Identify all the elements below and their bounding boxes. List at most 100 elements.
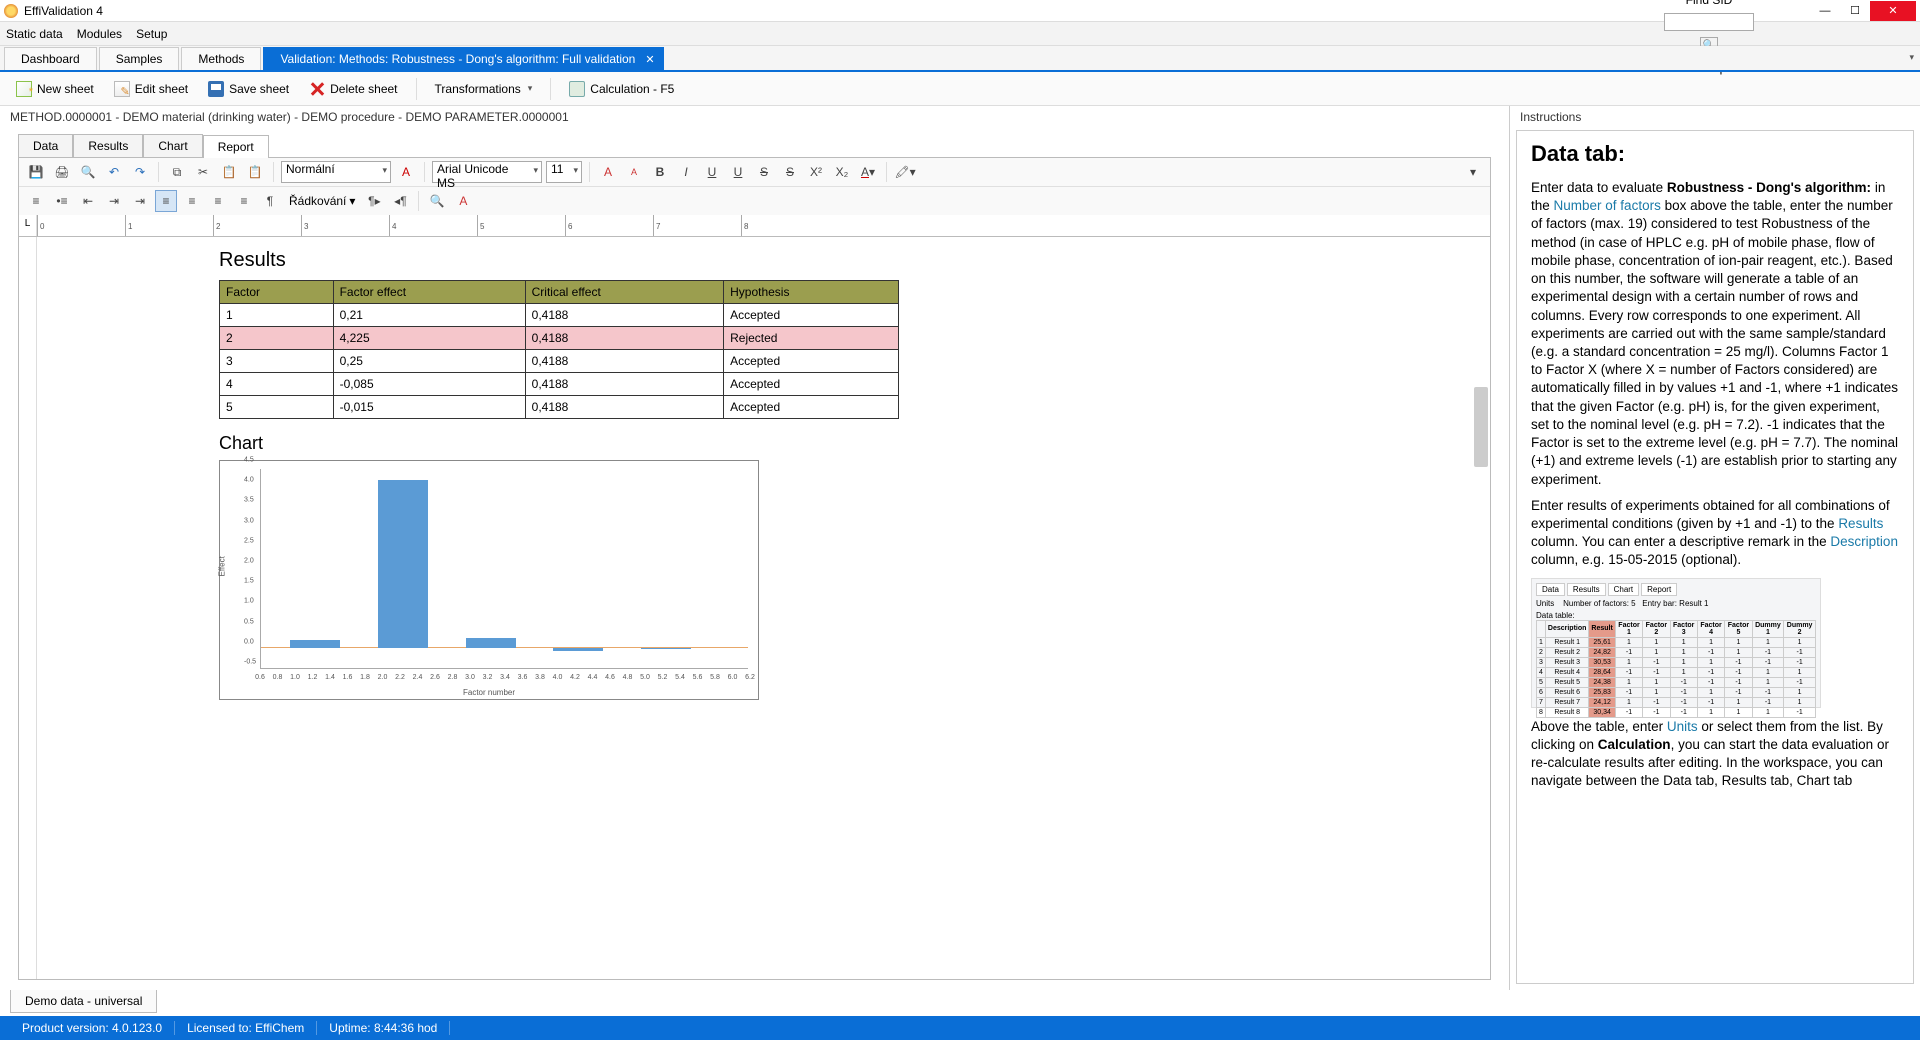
- chart-bar: [290, 640, 340, 648]
- edit-sheet-icon: [114, 81, 130, 97]
- delete-sheet-button[interactable]: Delete sheet: [303, 79, 403, 99]
- chart-ytick: 0.0: [244, 638, 254, 645]
- strikethrough-icon[interactable]: S: [753, 161, 775, 183]
- chart-xtick: 6.2: [745, 674, 755, 681]
- chart-ytick: 1.5: [244, 578, 254, 585]
- chart-xtick: 3.8: [535, 674, 545, 681]
- save-sheet-button[interactable]: Save sheet: [202, 79, 295, 99]
- instructions-panel[interactable]: Data tab: Enter data to evaluate Robustn…: [1516, 130, 1914, 984]
- subtab-data[interactable]: Data: [18, 134, 73, 157]
- print-icon[interactable]: 🖨: [51, 161, 73, 183]
- table-cell: 0,4188: [525, 396, 723, 419]
- bullet-list-icon[interactable]: •≡: [51, 190, 73, 212]
- subtab-report[interactable]: Report: [203, 135, 269, 158]
- tab-validation-active[interactable]: Validation: Methods: Robustness - Dong's…: [263, 47, 663, 70]
- subtab-chart[interactable]: Chart: [143, 134, 202, 157]
- tab-close-icon[interactable]: ✕: [645, 53, 654, 66]
- table-row: 4-0,0850,4188Accepted: [220, 373, 899, 396]
- chart-ytick: 4.0: [244, 477, 254, 484]
- copy-icon[interactable]: ⧉: [166, 161, 188, 183]
- scrollbar-thumb[interactable]: [1474, 387, 1488, 467]
- numbered-list-icon[interactable]: ≡: [25, 190, 47, 212]
- undo-icon[interactable]: ↶: [103, 161, 125, 183]
- calculation-button[interactable]: Calculation - F5: [563, 79, 680, 99]
- bottom-tab-demo[interactable]: Demo data - universal: [10, 990, 157, 1013]
- highlight-icon[interactable]: 🖍▾: [894, 161, 916, 183]
- find-sid-input[interactable]: [1664, 13, 1754, 31]
- redo-icon[interactable]: ↷: [129, 161, 151, 183]
- indent-icon[interactable]: ⇥: [103, 190, 125, 212]
- app-title: EffiValidation 4: [24, 4, 103, 18]
- chart-xtick: 5.2: [658, 674, 668, 681]
- table-cell: 0,25: [333, 350, 525, 373]
- font-color-icon[interactable]: A: [395, 161, 417, 183]
- table-cell: 0,21: [333, 304, 525, 327]
- size-combo[interactable]: 11: [546, 161, 582, 183]
- indent-more-icon[interactable]: ⇥: [129, 190, 151, 212]
- ltr-icon[interactable]: ¶▸: [363, 190, 385, 212]
- chart-xlabel: Factor number: [220, 688, 758, 697]
- document-area[interactable]: Results Factor Factor effect Critical ef…: [18, 237, 1491, 980]
- align-center-icon[interactable]: ≡: [181, 190, 203, 212]
- tab-dashboard[interactable]: Dashboard: [4, 47, 97, 70]
- outdent-icon[interactable]: ⇤: [77, 190, 99, 212]
- rtl-icon[interactable]: ◂¶: [389, 190, 411, 212]
- superscript-icon[interactable]: X²: [805, 161, 827, 183]
- chart-ytick: -0.5: [244, 659, 256, 666]
- tab-overflow-icon[interactable]: ▾: [1909, 52, 1914, 63]
- table-cell: 1: [220, 304, 334, 327]
- instructions-image: DataResultsChartReport Units Number of f…: [1531, 578, 1821, 708]
- new-sheet-button[interactable]: New sheet: [10, 79, 100, 99]
- align-right-icon[interactable]: ≡: [207, 190, 229, 212]
- paragraph-icon[interactable]: ¶: [259, 190, 281, 212]
- paste-icon[interactable]: 📋: [218, 161, 240, 183]
- report-subtabs: Data Results Chart Report: [0, 128, 1509, 157]
- delete-sheet-icon: [309, 81, 325, 97]
- double-underline-icon[interactable]: U: [727, 161, 749, 183]
- table-row: 5-0,0150,4188Accepted: [220, 396, 899, 419]
- toolbar-overflow-icon[interactable]: ▾: [1462, 161, 1484, 183]
- find-sid-label: Find SID: [1686, 0, 1733, 7]
- linespacing-button[interactable]: Řádkování▾: [285, 194, 359, 208]
- bold-icon[interactable]: B: [649, 161, 671, 183]
- table-cell: Accepted: [724, 396, 899, 419]
- chart-xtick: 2.8: [448, 674, 458, 681]
- align-left-icon[interactable]: ≡: [155, 190, 177, 212]
- paste-special-icon[interactable]: 📋: [244, 161, 266, 183]
- results-heading: Results: [219, 249, 919, 272]
- instructions-p2: Enter results of experiments obtained fo…: [1531, 497, 1899, 570]
- subscript-icon[interactable]: X₂: [831, 161, 853, 183]
- double-strike-icon[interactable]: S: [779, 161, 801, 183]
- menu-static-data[interactable]: Static data: [6, 27, 63, 41]
- underline-icon[interactable]: U: [701, 161, 723, 183]
- align-justify-icon[interactable]: ≡: [233, 190, 255, 212]
- chart-xtick: 1.6: [343, 674, 353, 681]
- italic-icon[interactable]: I: [675, 161, 697, 183]
- text-color-icon[interactable]: A▾: [857, 161, 879, 183]
- cut-icon[interactable]: ✂: [192, 161, 214, 183]
- find-icon[interactable]: 🔍: [426, 190, 448, 212]
- calculator-icon: [569, 81, 585, 97]
- table-cell: 0,4188: [525, 373, 723, 396]
- tab-methods[interactable]: Methods: [181, 47, 261, 70]
- menu-modules[interactable]: Modules: [77, 27, 122, 41]
- tab-samples[interactable]: Samples: [99, 47, 180, 70]
- status-version: Product version: 4.0.123.0: [10, 1021, 175, 1035]
- status-licensed: Licensed to: EffiChem: [175, 1021, 317, 1035]
- status-uptime: Uptime: 8:44:36 hod: [317, 1021, 450, 1035]
- replace-icon[interactable]: A: [452, 190, 474, 212]
- menu-setup[interactable]: Setup: [136, 27, 167, 41]
- style-combo[interactable]: Normální: [281, 161, 391, 183]
- preview-icon[interactable]: 🔍: [77, 161, 99, 183]
- shrink-font-icon[interactable]: A: [623, 161, 645, 183]
- save-icon[interactable]: 💾: [25, 161, 47, 183]
- chart-xtick: 4.6: [605, 674, 615, 681]
- edit-sheet-button[interactable]: Edit sheet: [108, 79, 194, 99]
- transformations-button[interactable]: Transformations ▾: [429, 80, 539, 98]
- grow-font-icon[interactable]: A: [597, 161, 619, 183]
- subtab-results[interactable]: Results: [73, 134, 143, 157]
- font-combo[interactable]: Arial Unicode MS: [432, 161, 542, 183]
- new-sheet-label: New sheet: [37, 82, 94, 96]
- chart-xtick: 1.8: [360, 674, 370, 681]
- table-cell: 4,225: [333, 327, 525, 350]
